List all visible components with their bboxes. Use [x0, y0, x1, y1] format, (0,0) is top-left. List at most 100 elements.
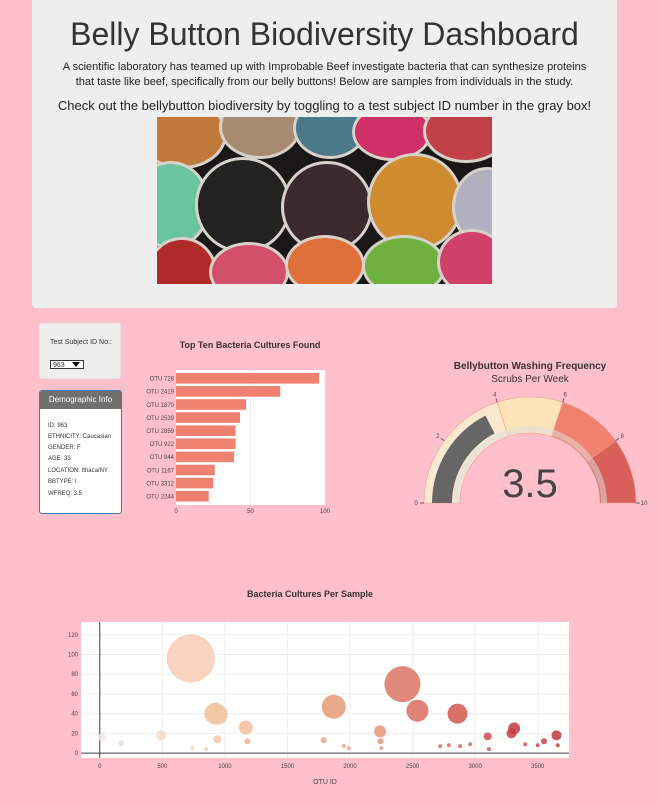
bubble [551, 730, 562, 741]
bubble [379, 746, 384, 751]
bubble-x-axis-label: OTU ID [313, 779, 337, 786]
bar-x-tick-label: 100 [320, 509, 331, 515]
washing-frequency-gauge: 0 2 4 6 8 10 3.5 [414, 393, 648, 507]
bubble [406, 699, 429, 722]
demographic-gender: GENDER: F [48, 445, 81, 451]
gauge-tick-label: 8 [621, 434, 625, 440]
bubble [118, 740, 125, 747]
demographic-info-panel: Demographic Info ID: 963 ETHNICITY: Cauc… [39, 390, 122, 514]
bar-category-label: OTU 1167 [147, 468, 175, 474]
bubble-x-tick-label: 3500 [531, 764, 545, 770]
bar-x-tick-label: 50 [247, 509, 254, 515]
bubble-y-tick-label: 40 [71, 712, 78, 718]
bar [176, 464, 215, 476]
gauge-value-label: 3.5 [502, 462, 558, 506]
bar [176, 399, 247, 410]
gauge-tick-label: 2 [436, 434, 440, 440]
test-subject-value: 963 [53, 362, 65, 369]
bubble [468, 742, 473, 747]
demographic-location: LOCATION: Ithaca/NY [48, 468, 108, 474]
bubble [486, 747, 491, 752]
bubble [377, 738, 384, 745]
bubble-x-tick-label: 1500 [281, 764, 295, 770]
bar-category-label: OTU 922 [150, 442, 175, 448]
bar-chart-title: Top Ten Bacteria Cultures Found [179, 340, 321, 350]
gauge-title: Bellybutton Washing Frequency [453, 361, 607, 372]
bubble-y-tick-label: 60 [71, 692, 78, 698]
bubble [98, 733, 107, 742]
demographic-info-heading: Demographic Info [40, 391, 121, 409]
bubble [166, 634, 215, 683]
page-title: Belly Button Biodiversity Dashboard [70, 16, 579, 52]
bubble [483, 732, 492, 741]
bar [176, 412, 241, 423]
demographic-bbtype: BBTYPE: I [48, 479, 77, 485]
bubble-x-tick-label: 2000 [343, 764, 357, 770]
bubble-x-tick-label: 2500 [406, 764, 420, 770]
demographic-wfreq: WFREQ: 3.5 [48, 491, 83, 497]
bubble-x-tick-label: 500 [157, 764, 168, 770]
bar [176, 490, 209, 502]
bar-category-label: OTU 2419 [146, 390, 174, 396]
bar-category-label: OTU 2539 [146, 416, 174, 422]
bubble-y-tick-label: 20 [71, 731, 78, 737]
bar [176, 477, 214, 489]
gauge-tick-label: 6 [564, 393, 568, 399]
gauge-tick-label: 10 [641, 501, 648, 507]
intro-text: A scientific laboratory has teamed up wi… [62, 61, 587, 88]
bubble [384, 666, 421, 703]
bubble [238, 720, 253, 735]
bacteria-bubble-chart: 0 500 1000 1500 2000 2500 3000 3500 0 20 40 60 80 100… [68, 622, 569, 786]
bubble [320, 737, 327, 744]
bubble [190, 746, 195, 751]
test-subject-panel: Test Subject ID No.: 963 [39, 323, 121, 379]
bubble [346, 746, 351, 751]
gauge-tick [495, 398, 498, 403]
bubble-y-tick-label: 120 [68, 633, 79, 639]
gauge-tick-label: 4 [493, 393, 497, 399]
bubble-x-tick-label: 3000 [468, 764, 482, 770]
bubble [321, 694, 346, 719]
bar [176, 425, 236, 436]
bar [176, 438, 236, 450]
bubble [555, 743, 560, 748]
bar [176, 373, 320, 384]
header-jumbotron: Belly Button Biodiversity Dashboard A sc… [32, 0, 617, 308]
bubble [508, 722, 521, 735]
bubble [156, 730, 167, 741]
bubble [535, 743, 540, 748]
bubble [213, 735, 222, 744]
top-ten-bar-chart: OTU 728 OTU 2419 OTU 1870 OTU 2539 OTU 2859 O… [146, 370, 331, 515]
bubble [438, 744, 443, 749]
petri-dishes-image [157, 117, 492, 284]
test-subject-select[interactable]: 963 [50, 360, 84, 369]
bar-category-label: OTU 944 [150, 455, 175, 461]
bubble [458, 744, 463, 749]
gauge-tick [440, 438, 445, 442]
bubble [446, 743, 451, 748]
bubble [204, 747, 209, 752]
gauge-tick [615, 438, 620, 442]
bar-category-label: OTU 1870 [146, 403, 174, 409]
bar-category-label: OTU 728 [150, 377, 175, 383]
bar-category-label: OTU 2859 [146, 429, 174, 435]
bubble-x-tick-label: 1000 [218, 764, 232, 770]
bubble-chart-title: Bacteria Cultures Per Sample [246, 589, 374, 599]
chevron-down-icon [72, 362, 80, 367]
bar [176, 386, 281, 397]
bar-category-label: OTU 2244 [146, 494, 174, 500]
bar-x-tick-label: 0 [174, 509, 178, 515]
gauge-tick-label: 0 [414, 501, 418, 507]
gauge-tick [562, 398, 565, 403]
bubble [523, 742, 528, 747]
bar-category-label: OTU 3312 [146, 481, 174, 487]
demographic-age: AGE: 33 [48, 456, 71, 462]
demographic-id: ID: 963 [48, 423, 68, 429]
bubble [244, 738, 251, 745]
bubble-y-tick-label: 100 [68, 653, 79, 659]
bubble-y-tick-label: 0 [75, 751, 79, 757]
bubble [374, 725, 387, 738]
demographic-ethnicity: ETHNICITY: Caucasian [48, 434, 112, 440]
bar [176, 451, 235, 463]
instructions-text: Check out the bellybutton biodiversity b… [57, 98, 592, 113]
